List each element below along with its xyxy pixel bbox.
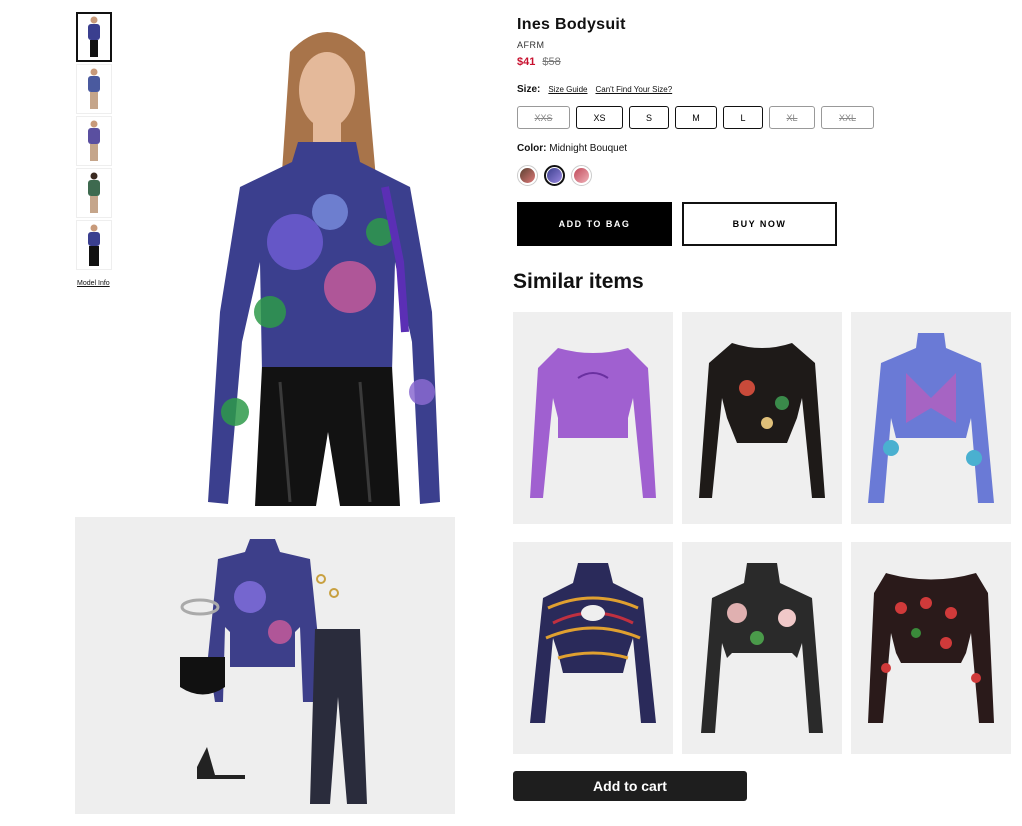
- cant-find-size-link[interactable]: Can't Find Your Size?: [595, 85, 672, 94]
- size-l-button[interactable]: L: [723, 106, 763, 129]
- size-xl-button[interactable]: XL: [769, 106, 815, 129]
- size-selector: XXS XS S M L XL XXL: [517, 106, 880, 129]
- thumbnail-5[interactable]: [76, 220, 112, 270]
- size-xs-button[interactable]: XS: [576, 106, 623, 129]
- size-guide-link[interactable]: Size Guide: [548, 85, 587, 94]
- add-to-cart-button[interactable]: Add to cart: [513, 771, 747, 801]
- black-floral-top-image: [699, 343, 825, 498]
- floral-cutout-top-image: [701, 563, 823, 733]
- thumbnail-3[interactable]: [76, 116, 112, 166]
- butterfly-print-top-image: [868, 333, 994, 503]
- color-swatches: [517, 165, 592, 186]
- buy-now-button[interactable]: BUY NOW: [682, 202, 837, 246]
- model-thumbnail-icon: [88, 172, 100, 213]
- size-s-button[interactable]: S: [629, 106, 669, 129]
- main-product-image[interactable]: [200, 12, 455, 506]
- size-header: Size: Size Guide Can't Find Your Size?: [517, 84, 672, 95]
- color-label: Color:: [517, 143, 547, 154]
- thumbnail-list: [76, 12, 112, 272]
- outfit-image[interactable]: [75, 517, 455, 814]
- size-xxl-button[interactable]: XXL: [821, 106, 874, 129]
- thumbnail-2[interactable]: [76, 64, 112, 114]
- model-info-link[interactable]: Model Info: [77, 280, 110, 287]
- size-xxs-button[interactable]: XXS: [517, 106, 570, 129]
- similar-item-2[interactable]: [682, 312, 842, 524]
- model-thumbnail-icon: [88, 120, 100, 161]
- red-floral-top-image: [868, 573, 994, 723]
- add-to-bag-button[interactable]: ADD TO BAG: [517, 202, 672, 246]
- similar-item-4[interactable]: [513, 542, 673, 754]
- similar-item-6[interactable]: [851, 542, 1011, 754]
- color-swatch-3[interactable]: [571, 165, 592, 186]
- color-swatch-1[interactable]: [517, 165, 538, 186]
- similar-item-3[interactable]: [851, 312, 1011, 524]
- model-thumbnail-icon: [88, 16, 100, 57]
- outfit-flatlay: [180, 539, 367, 804]
- price: $41 $58: [517, 56, 561, 68]
- product-brand[interactable]: AFRM: [517, 40, 545, 50]
- thumbnail-1[interactable]: [76, 12, 112, 62]
- model-thumbnail-icon: [88, 224, 100, 266]
- model-thumbnail-icon: [88, 68, 100, 109]
- purple-corset-top-image: [530, 348, 656, 498]
- sale-price: $41: [517, 56, 536, 68]
- original-price: $58: [542, 56, 561, 68]
- psychedelic-cutout-top-image: [530, 563, 656, 723]
- similar-items-title: Similar items: [513, 270, 644, 293]
- color-swatch-2[interactable]: [544, 165, 565, 186]
- similar-items-grid: [513, 312, 1011, 754]
- model-photo: [208, 32, 440, 506]
- similar-item-5[interactable]: [682, 542, 842, 754]
- similar-item-1[interactable]: [513, 312, 673, 524]
- product-title: Ines Bodysuit: [517, 16, 626, 33]
- color-value: Midnight Bouquet: [549, 143, 628, 154]
- color-header: Color: Midnight Bouquet: [517, 143, 627, 154]
- size-label: Size:: [517, 84, 541, 95]
- size-m-button[interactable]: M: [675, 106, 717, 129]
- thumbnail-4[interactable]: [76, 168, 112, 218]
